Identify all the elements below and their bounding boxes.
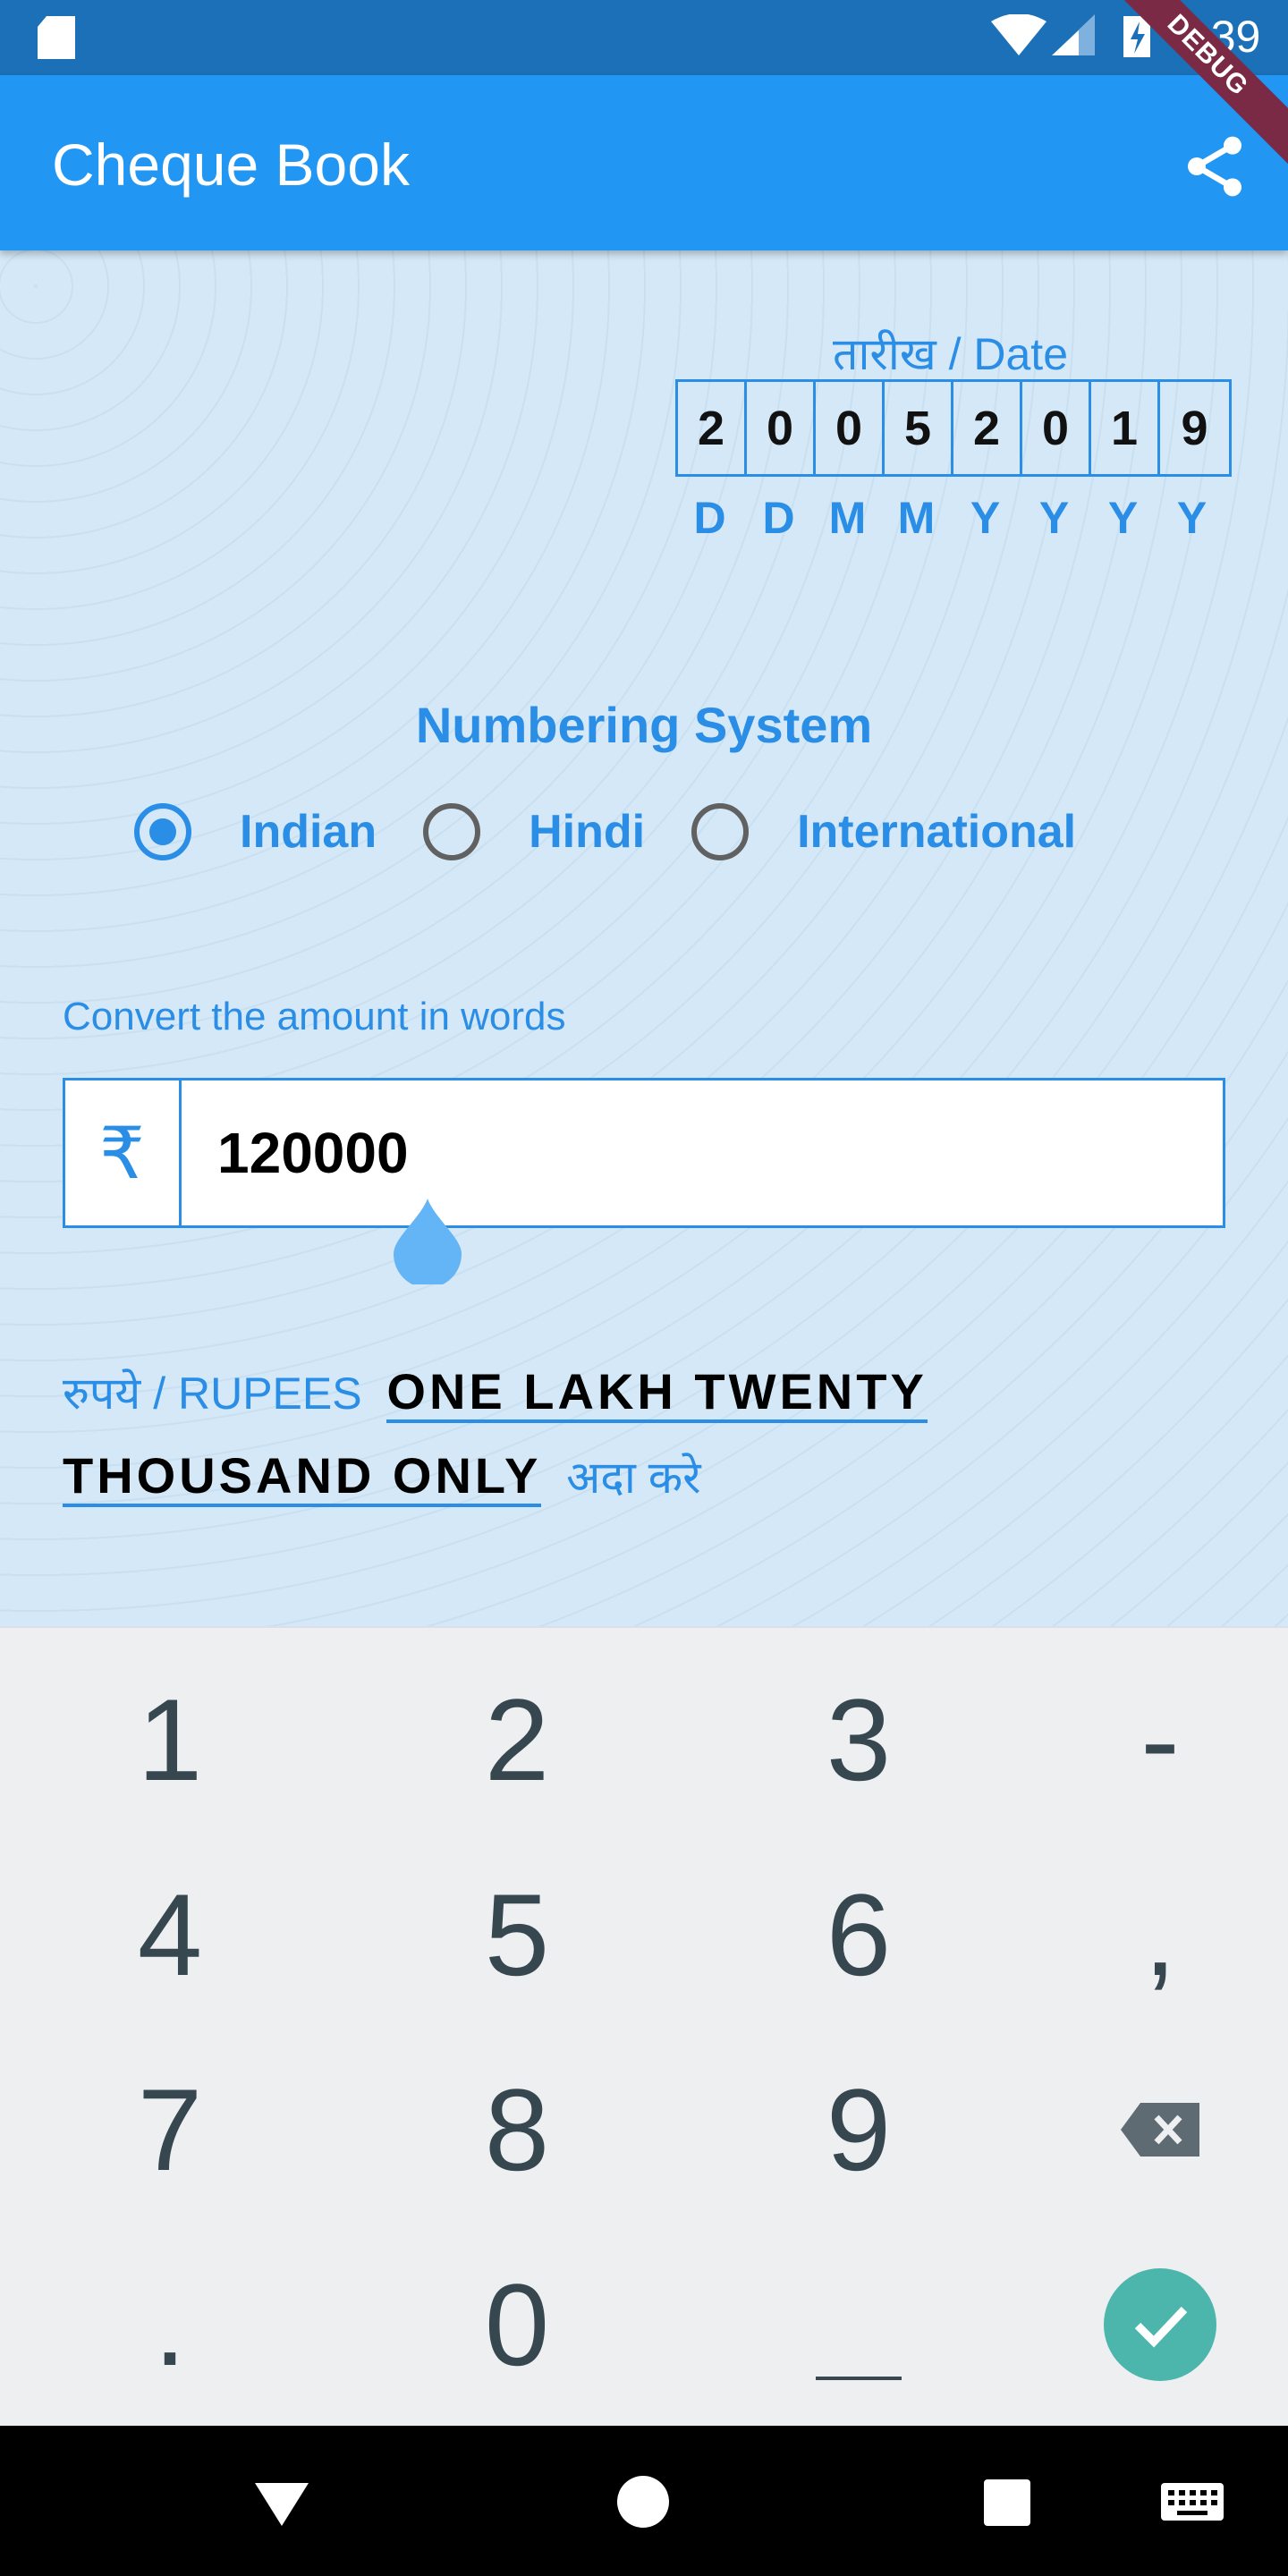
date-label: तारीख / Date bbox=[832, 329, 1069, 379]
date-format-letter: M bbox=[897, 493, 936, 543]
cheque-form: तारीख / Date 2 0 0 5 2 0 1 9 D D M M Y Y… bbox=[0, 250, 1288, 1626]
date-digit: 0 bbox=[747, 382, 816, 474]
radio-indian[interactable]: Indian bbox=[134, 803, 377, 860]
keyboard-icon[interactable] bbox=[1161, 2470, 1224, 2533]
radio-hindi[interactable]: Hindi bbox=[423, 803, 645, 860]
key-3[interactable]: 3 bbox=[724, 1646, 993, 1834]
date-format-letter: D bbox=[693, 493, 726, 543]
date-digit: 0 bbox=[816, 382, 885, 474]
radio-button[interactable] bbox=[423, 803, 481, 860]
back-icon[interactable] bbox=[250, 2470, 313, 2533]
numbering-radio-group: Indian Hindi International bbox=[134, 803, 1123, 860]
key-1[interactable]: 1 bbox=[36, 1646, 304, 1834]
key-9[interactable]: 9 bbox=[724, 2036, 993, 2224]
text-cursor-handle[interactable] bbox=[394, 1199, 462, 1284]
space-bar-icon bbox=[816, 2377, 902, 2380]
date-digit: 9 bbox=[1181, 401, 1208, 455]
share-icon[interactable] bbox=[1179, 131, 1250, 202]
key-comma[interactable]: , bbox=[1026, 1841, 1288, 2029]
radio-button[interactable] bbox=[691, 803, 750, 860]
key-4[interactable]: 4 bbox=[36, 1841, 304, 2029]
radio-international[interactable]: International bbox=[691, 803, 1076, 860]
home-icon[interactable] bbox=[612, 2470, 674, 2533]
key-8[interactable]: 8 bbox=[383, 2036, 651, 2224]
words-line2: THOUSAND ONLY bbox=[63, 1447, 542, 1507]
date-format-letter: Y bbox=[970, 493, 1001, 543]
radio-label: Indian bbox=[240, 806, 377, 858]
date-format-letter: M bbox=[828, 493, 867, 543]
amount-value[interactable]: 120000 bbox=[182, 1080, 409, 1225]
signal-icon bbox=[1052, 14, 1095, 55]
page-title: Cheque Book bbox=[52, 131, 410, 198]
key-2[interactable]: 2 bbox=[383, 1646, 651, 1834]
key-period[interactable]: . bbox=[36, 2231, 304, 2419]
date-boxes[interactable]: 2 0 0 5 2 0 1 9 bbox=[675, 379, 1232, 477]
date-format-letter: Y bbox=[1038, 493, 1070, 543]
key-space[interactable] bbox=[724, 2231, 993, 2419]
key-backspace[interactable] bbox=[1026, 2036, 1288, 2224]
sd-card-icon bbox=[38, 16, 75, 59]
amount-in-words: रुपये / RUPEES ONE LAKH TWENTY THOUSAND … bbox=[63, 1351, 1046, 1519]
date-digit: 5 bbox=[885, 382, 953, 474]
amount-input[interactable]: ₹ 120000 bbox=[63, 1078, 1225, 1228]
amount-label: Convert the amount in words bbox=[63, 995, 566, 1038]
date-digit: 0 bbox=[1022, 382, 1091, 474]
words-suffix: अदा करे bbox=[566, 1453, 701, 1503]
rupee-icon: ₹ bbox=[65, 1080, 182, 1225]
backspace-icon bbox=[1121, 2103, 1199, 2157]
date-digit: 1 bbox=[1091, 382, 1160, 474]
radio-label: Hindi bbox=[529, 806, 646, 858]
key-5[interactable]: 5 bbox=[383, 1841, 651, 2029]
key-0[interactable]: 0 bbox=[383, 2231, 651, 2419]
wifi-icon bbox=[991, 14, 1046, 55]
app-bar: Cheque Book bbox=[0, 75, 1288, 250]
words-prefix: रुपये / RUPEES bbox=[63, 1368, 362, 1419]
status-bar: 9:39 bbox=[0, 0, 1288, 75]
recents-icon[interactable] bbox=[975, 2470, 1038, 2533]
numbering-system-title: Numbering System bbox=[415, 697, 873, 753]
numeric-keyboard: 1 2 3 - 4 5 6 , 7 8 9 . 0 bbox=[0, 1626, 1288, 2426]
radio-label: International bbox=[797, 806, 1077, 858]
key-6[interactable]: 6 bbox=[724, 1841, 993, 2029]
words-line1: ONE LAKH TWENTY bbox=[386, 1363, 928, 1423]
check-icon bbox=[1104, 2268, 1216, 2381]
key-done[interactable] bbox=[1026, 2231, 1288, 2419]
navigation-bar bbox=[0, 2426, 1288, 2576]
date-digit: 2 bbox=[678, 382, 747, 474]
key-minus[interactable]: - bbox=[1026, 1646, 1288, 1834]
radio-button-selected[interactable] bbox=[134, 803, 191, 860]
date-format-letter: Y bbox=[1107, 493, 1139, 543]
date-format-letter: Y bbox=[1176, 493, 1208, 543]
date-format: D D M M Y Y Y Y bbox=[675, 492, 1226, 544]
key-7[interactable]: 7 bbox=[36, 2036, 304, 2224]
date-digit: 2 bbox=[953, 382, 1022, 474]
date-format-letter: D bbox=[762, 493, 795, 543]
